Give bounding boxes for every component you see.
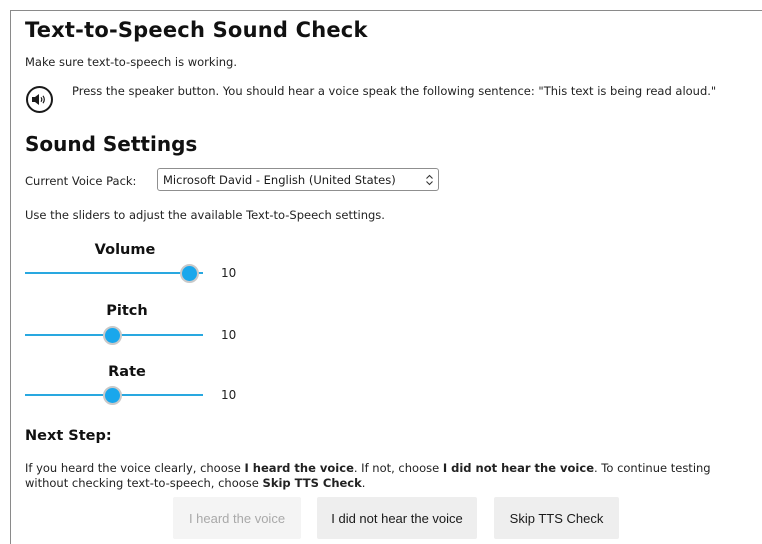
voice-pack-select[interactable]: Microsoft David - English (United States… bbox=[157, 168, 439, 191]
rate-slider-thumb[interactable] bbox=[103, 386, 122, 405]
instruction-text: Press the speaker button. You should hea… bbox=[72, 84, 717, 98]
heard-voice-button[interactable]: I heard the voice bbox=[173, 497, 301, 539]
next-step-text: If you heard the voice clearly, choose I… bbox=[25, 461, 755, 491]
page-title: Text-to-Speech Sound Check bbox=[25, 18, 368, 42]
volume-slider-label: Volume bbox=[94, 242, 156, 258]
speaker-volume-icon bbox=[32, 94, 45, 105]
pitch-slider-thumb[interactable] bbox=[103, 326, 122, 345]
voice-pack-value: Microsoft David - English (United States… bbox=[163, 172, 396, 187]
pitch-slider-label: Pitch bbox=[106, 303, 148, 319]
speaker-button[interactable] bbox=[26, 86, 53, 113]
next-text-part: . If not, choose bbox=[353, 461, 443, 475]
rate-value: 10 bbox=[221, 388, 237, 402]
volume-slider-track[interactable] bbox=[25, 272, 203, 274]
not-heard-voice-button[interactable]: I did not hear the voice bbox=[317, 497, 477, 539]
rate-slider-label: Rate bbox=[108, 364, 146, 380]
next-text-part: . bbox=[361, 476, 366, 490]
next-text-part: If you heard the voice clearly, choose bbox=[25, 461, 245, 475]
next-step-title: Next Step: bbox=[25, 428, 112, 444]
sound-settings-title: Sound Settings bbox=[25, 132, 198, 156]
voice-pack-label: Current Voice Pack: bbox=[25, 174, 137, 188]
skip-reference: Skip TTS Check bbox=[262, 476, 362, 490]
volume-slider-thumb[interactable] bbox=[180, 264, 199, 283]
skip-tts-check-button[interactable]: Skip TTS Check bbox=[494, 497, 619, 539]
heard-reference: I heard the voice bbox=[244, 461, 354, 475]
pitch-value: 10 bbox=[221, 328, 237, 342]
select-updown-chevron-icon bbox=[426, 174, 433, 186]
intro-text: Make sure text-to-speech is working. bbox=[25, 55, 238, 69]
volume-value: 10 bbox=[221, 266, 237, 280]
not-heard-reference: I did not hear the voice bbox=[442, 461, 594, 475]
sliders-hint: Use the sliders to adjust the available … bbox=[25, 208, 385, 222]
